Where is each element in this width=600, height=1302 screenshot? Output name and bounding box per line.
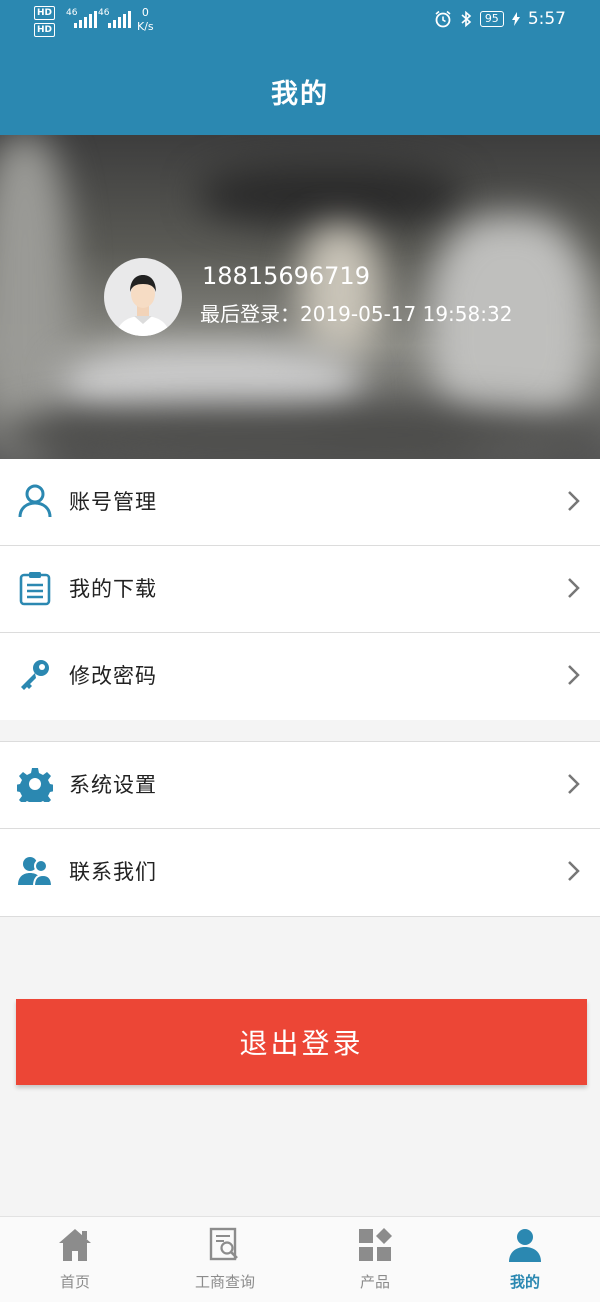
alarm-icon	[435, 10, 451, 28]
menu-group-account: 账号管理 我的下载 修改密码	[0, 459, 600, 720]
key-icon	[21, 660, 49, 690]
person-icon	[509, 1229, 541, 1262]
home-icon	[59, 1229, 91, 1261]
clock: 5:57	[527, 9, 566, 29]
charging-icon	[511, 12, 520, 26]
last-login: 最后登录：2019-05-17 19:58:32	[200, 298, 512, 327]
battery-indicator: 95	[479, 11, 504, 27]
menu-group-system: 系统设置 联系我们	[0, 741, 600, 917]
menu-item-label: 我的下载	[69, 577, 157, 601]
top-bar: HD HD 46 46 0 K/s 95 5:57 我的	[0, 0, 600, 135]
network-speed-unit: K/s	[137, 20, 154, 33]
grid-icon	[359, 1228, 392, 1261]
menu-item-system-settings[interactable]: 系统设置	[0, 742, 600, 829]
chevron-right-icon	[568, 665, 580, 685]
signal-icon-2	[108, 10, 131, 28]
hd-indicators: HD HD	[34, 6, 56, 37]
chevron-right-icon	[568, 861, 580, 881]
last-login-value: 2019-05-17 19:58:32	[300, 302, 513, 326]
avatar[interactable]	[104, 258, 182, 336]
gear-icon	[17, 768, 53, 802]
logout-button[interactable]: 退出登录	[16, 999, 587, 1085]
status-bar: HD HD 46 46 0 K/s 95 5:57	[0, 0, 600, 44]
tab-products[interactable]: 产品	[300, 1217, 450, 1302]
page-title: 我的	[271, 79, 329, 110]
menu-item-account-management[interactable]: 账号管理	[0, 459, 600, 546]
menu-item-label: 系统设置	[69, 773, 157, 797]
menu-item-change-password[interactable]: 修改密码	[0, 633, 600, 720]
contacts-icon	[18, 857, 53, 887]
user-phone: 18815696719	[202, 262, 370, 290]
bluetooth-icon	[461, 10, 472, 28]
chevron-right-icon	[568, 774, 580, 794]
chevron-right-icon	[568, 578, 580, 598]
menu-item-label: 账号管理	[69, 490, 157, 514]
menu-item-label: 修改密码	[69, 664, 157, 688]
profile-banner	[0, 135, 600, 459]
network-speed-value: 0	[141, 6, 149, 19]
tab-label: 工商查询	[194, 1273, 255, 1291]
avatar-image	[116, 275, 170, 336]
tab-business-query[interactable]: 工商查询	[150, 1217, 300, 1302]
menu-item-label: 联系我们	[69, 860, 157, 884]
hd-badge-2: HD	[34, 23, 56, 37]
menu-item-my-downloads[interactable]: 我的下载	[0, 546, 600, 633]
clipboard-icon	[19, 572, 51, 606]
tab-label: 产品	[359, 1273, 390, 1291]
network-speed: 0 K/s	[137, 6, 154, 34]
menu-item-contact-us[interactable]: 联系我们	[0, 829, 600, 916]
status-right: 95 5:57	[434, 9, 566, 29]
bottom-tab-bar: 首页 工商查询 产品 我的	[0, 1216, 600, 1302]
tab-home[interactable]: 首页	[0, 1217, 150, 1302]
tab-mine[interactable]: 我的	[450, 1217, 600, 1302]
hd-badge: HD	[34, 6, 56, 20]
last-login-label: 最后登录：	[200, 302, 300, 326]
chevron-right-icon	[568, 491, 580, 511]
search-document-icon	[209, 1227, 238, 1261]
tab-label: 我的	[509, 1273, 540, 1291]
user-icon	[18, 484, 52, 518]
signal-icon	[74, 10, 97, 28]
tab-label: 首页	[59, 1273, 90, 1291]
